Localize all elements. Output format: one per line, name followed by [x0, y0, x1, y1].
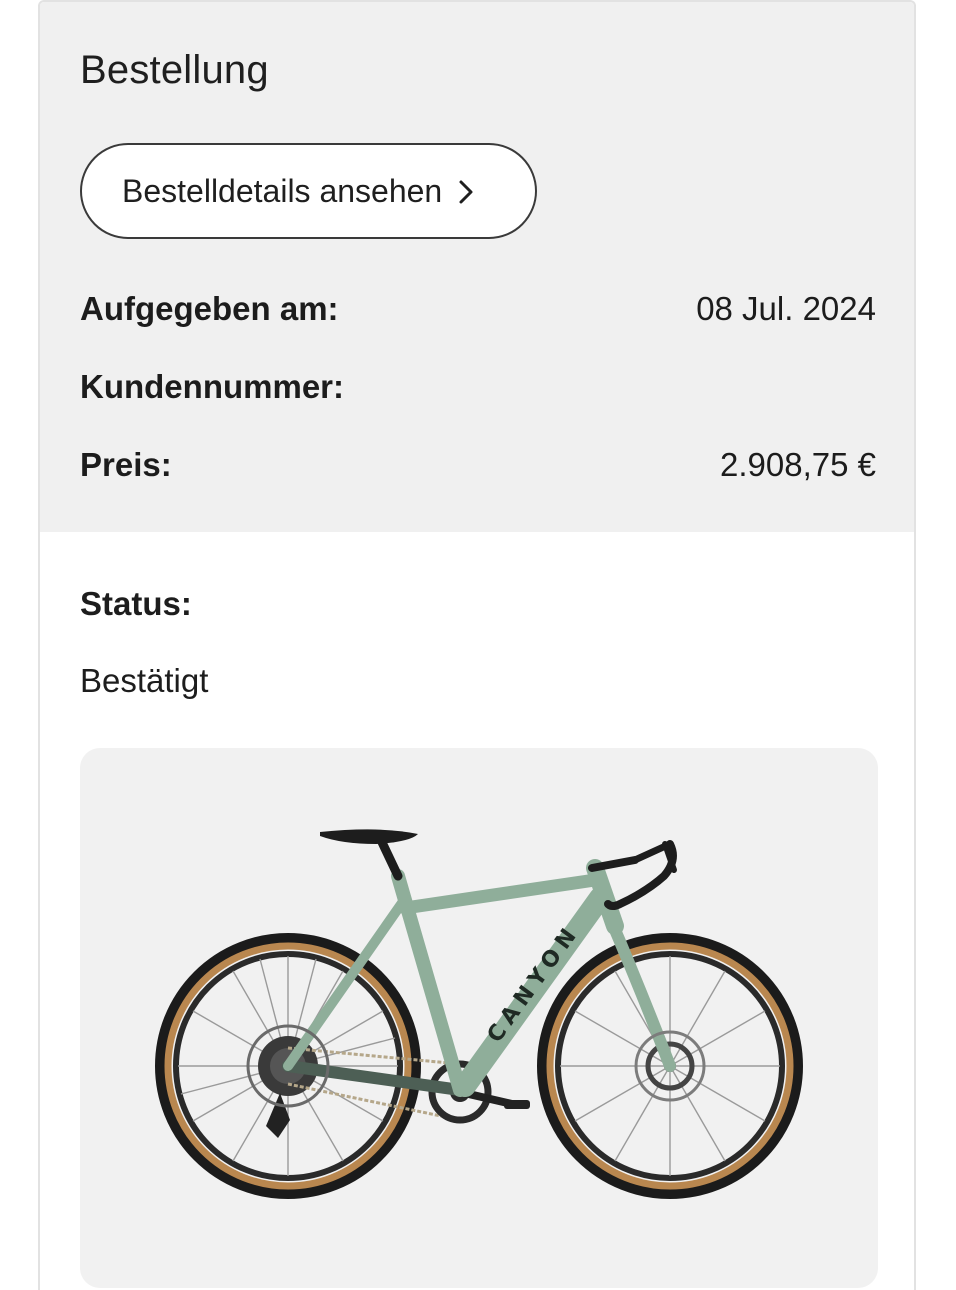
chevron-right-icon [456, 177, 476, 205]
order-title: Bestellung [80, 48, 269, 92]
order-details-button-label: Bestelldetails ansehen [122, 172, 443, 209]
order-card: Bestellung Bestelldetails ansehen Aufgeg… [38, 0, 916, 1290]
placed-date-label: Aufgegeben am: [80, 290, 339, 327]
saddle [320, 829, 418, 844]
placed-date-value: 08 Jul. 2024 [696, 290, 876, 327]
price-label: Preis: [80, 446, 172, 483]
order-summary-panel: Bestellung Bestelldetails ansehen Aufgeg… [40, 2, 914, 532]
status-label: Status: [80, 585, 192, 622]
placed-date-row: Aufgegeben am: 08 Jul. 2024 [80, 290, 876, 328]
price-value: 2.908,75 € [720, 446, 876, 483]
order-details-button[interactable]: Bestelldetails ansehen [80, 143, 537, 239]
status-value: Bestätigt [80, 662, 209, 699]
customer-number-label: Kundennummer: [80, 368, 344, 405]
product-image-card[interactable]: CANYON [80, 748, 878, 1288]
price-row: Preis: 2.908,75 € [80, 446, 876, 484]
customer-number-row: Kundennummer: [80, 368, 876, 406]
gravel-bike-image: CANYON [155, 829, 803, 1199]
